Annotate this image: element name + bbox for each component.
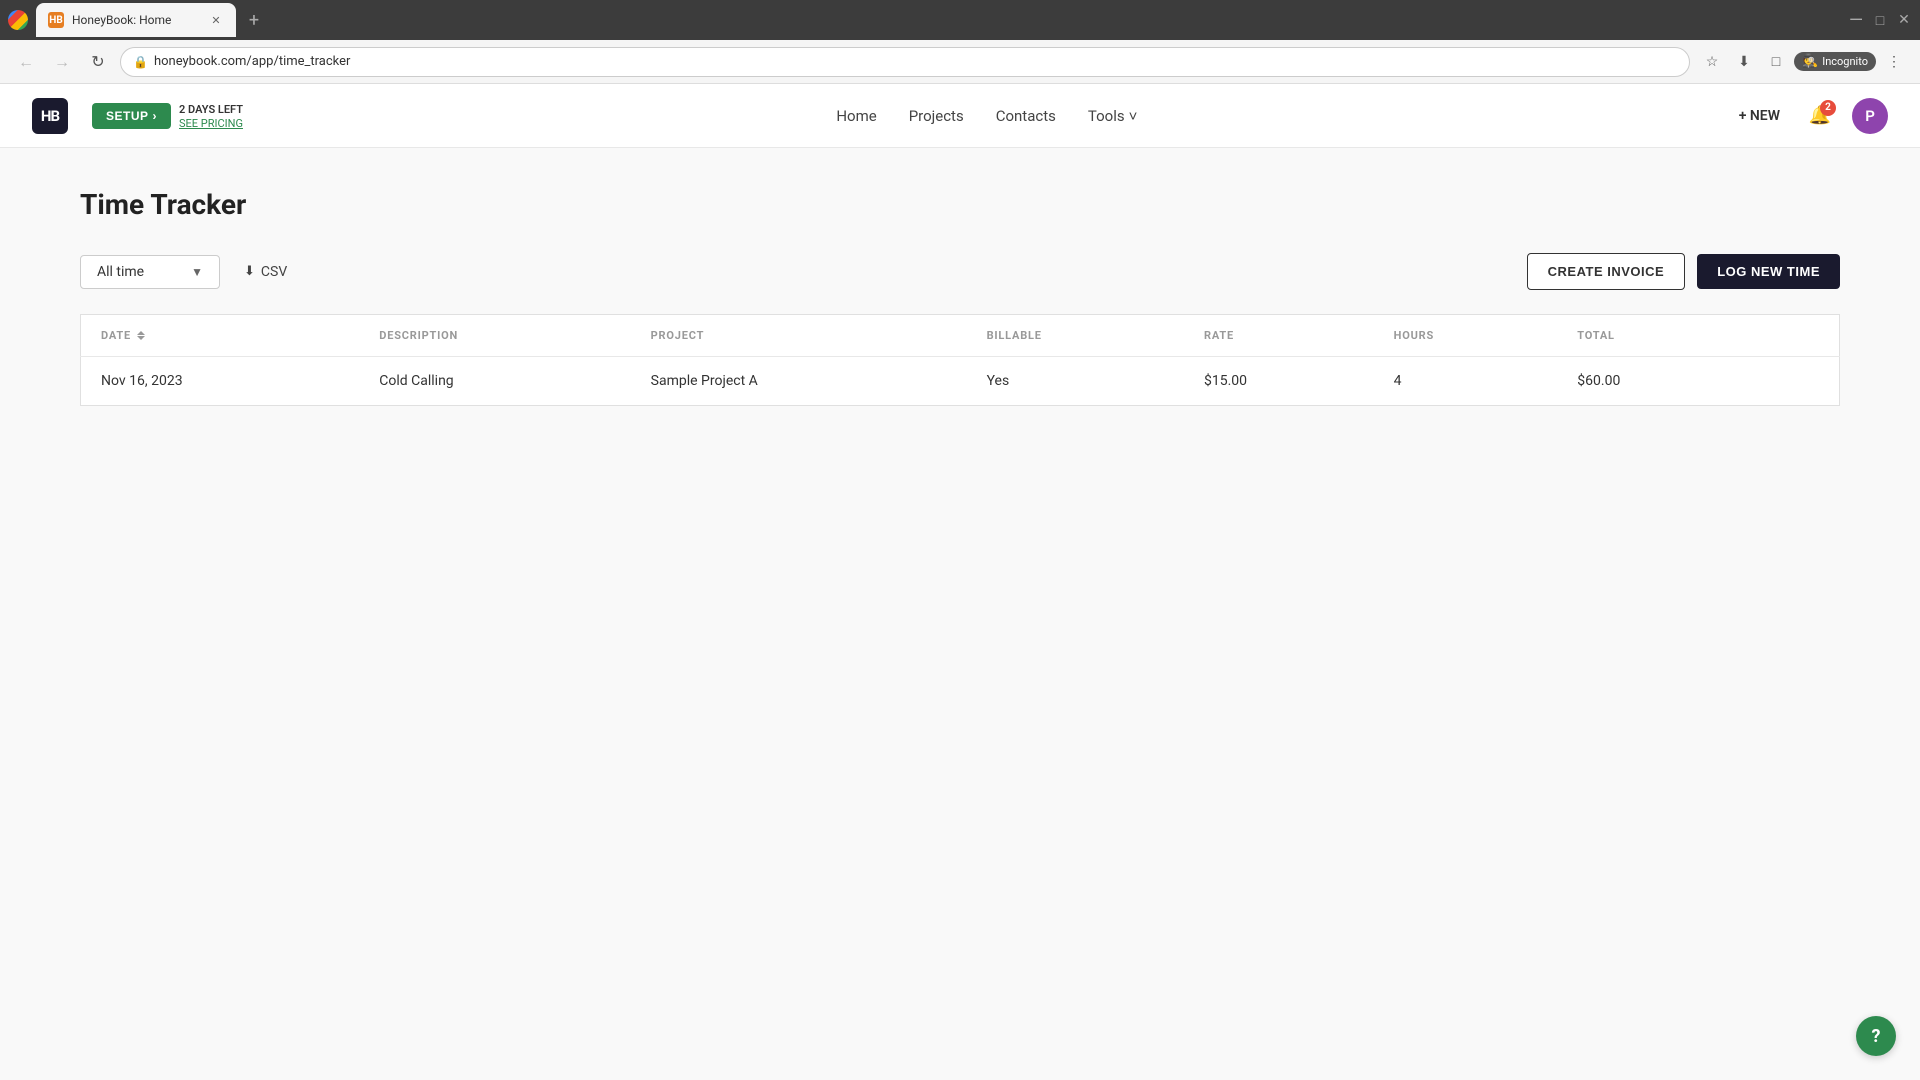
address-bar[interactable]: 🔒 honeybook.com/app/time_tracker xyxy=(120,47,1690,77)
nav-home[interactable]: Home xyxy=(836,103,876,129)
forward-button[interactable]: → xyxy=(48,48,76,76)
nav-projects[interactable]: Projects xyxy=(909,103,964,129)
time-tracker-table: DATE DESCRIPTION PROJECT BILLABLE RATE H… xyxy=(80,314,1840,406)
col-project: PROJECT xyxy=(631,315,967,357)
date-sort-icon xyxy=(137,331,145,340)
col-actions xyxy=(1747,315,1840,357)
col-total: TOTAL xyxy=(1557,315,1747,357)
notification-badge: 2 xyxy=(1820,100,1836,116)
incognito-badge: 🕵 Incognito xyxy=(1794,52,1876,71)
cell-date: Nov 16, 2023 xyxy=(81,357,360,406)
bookmark-button[interactable]: ☆ xyxy=(1698,48,1726,76)
download-button[interactable]: ⬇ xyxy=(1730,48,1758,76)
new-button[interactable]: + NEW xyxy=(1731,104,1788,128)
logo-icon: HB xyxy=(32,98,68,134)
maximize-button[interactable]: □ xyxy=(1872,12,1888,28)
nav-right: + NEW 🔔 2 P xyxy=(1731,98,1888,134)
controls-right: CREATE INVOICE LOG NEW TIME xyxy=(1527,253,1840,290)
notifications-button[interactable]: 🔔 2 xyxy=(1804,100,1836,132)
col-rate: RATE xyxy=(1184,315,1374,357)
cell-row-actions xyxy=(1747,357,1840,406)
cell-rate: $15.00 xyxy=(1184,357,1374,406)
col-description: DESCRIPTION xyxy=(359,315,630,357)
page-title: Time Tracker xyxy=(80,188,1840,221)
cell-billable: Yes xyxy=(967,357,1184,406)
filter-selected-value: All time xyxy=(97,264,144,280)
google-icon xyxy=(8,10,28,30)
filter-dropdown[interactable]: All time ▼ xyxy=(80,255,220,289)
url-text: honeybook.com/app/time_tracker xyxy=(154,54,1677,69)
log-new-time-button[interactable]: LOG NEW TIME xyxy=(1697,254,1840,289)
nav-contacts[interactable]: Contacts xyxy=(996,103,1056,129)
setup-days-info: 2 DAYS LEFT SEE PRICING xyxy=(179,101,243,130)
extension-button[interactable]: □ xyxy=(1762,48,1790,76)
minimize-button[interactable]: — xyxy=(1848,12,1864,28)
help-button[interactable]: ? xyxy=(1856,1016,1896,1056)
csv-export-button[interactable]: ⬇ CSV xyxy=(236,258,295,286)
browser-nav-bar: ← → ↻ 🔒 honeybook.com/app/time_tracker ☆… xyxy=(0,40,1920,84)
controls-left: All time ▼ ⬇ CSV xyxy=(80,255,295,289)
create-invoice-button[interactable]: CREATE INVOICE xyxy=(1527,253,1686,290)
filter-dropdown-arrow: ▼ xyxy=(191,265,203,279)
controls-bar: All time ▼ ⬇ CSV CREATE INVOICE LOG NEW … xyxy=(80,253,1840,290)
main-nav: Home Projects Contacts Tools ˅ xyxy=(243,103,1731,129)
back-button[interactable]: ← xyxy=(12,48,40,76)
csv-download-icon: ⬇ xyxy=(244,264,255,279)
col-date[interactable]: DATE xyxy=(81,315,360,357)
menu-button[interactable]: ⋮ xyxy=(1880,48,1908,76)
browser-chrome: HB HoneyBook: Home ✕ + — □ ✕ ← → ↻ 🔒 hon… xyxy=(0,0,1920,84)
table-row: Nov 16, 2023 Cold Calling Sample Project… xyxy=(81,357,1840,406)
lock-icon: 🔒 xyxy=(133,55,148,69)
refresh-button[interactable]: ↻ xyxy=(84,48,112,76)
cell-description: Cold Calling xyxy=(359,357,630,406)
main-content: Time Tracker All time ▼ ⬇ CSV CREATE INV… xyxy=(0,148,1920,1080)
tools-dropdown-arrow: ˅ xyxy=(1129,107,1138,125)
app-wrapper: HB SETUP › 2 DAYS LEFT SEE PRICING Home … xyxy=(0,84,1920,1080)
tab-title: HoneyBook: Home xyxy=(72,13,200,27)
tab-favicon: HB xyxy=(48,12,64,28)
avatar-button[interactable]: P xyxy=(1852,98,1888,134)
days-left-text: 2 DAYS LEFT xyxy=(179,103,243,116)
see-pricing-link[interactable]: SEE PRICING xyxy=(179,117,243,130)
nav-icons-right: ☆ ⬇ □ 🕵 Incognito ⋮ xyxy=(1698,48,1908,76)
table-header-row: DATE DESCRIPTION PROJECT BILLABLE RATE H… xyxy=(81,315,1840,357)
app-navbar: HB SETUP › 2 DAYS LEFT SEE PRICING Home … xyxy=(0,84,1920,148)
nav-tools[interactable]: Tools ˅ xyxy=(1088,103,1138,129)
close-window-button[interactable]: ✕ xyxy=(1896,12,1912,28)
cell-hours: 4 xyxy=(1374,357,1558,406)
app-logo: HB xyxy=(32,98,68,134)
col-billable: BILLABLE xyxy=(967,315,1184,357)
new-tab-button[interactable]: + xyxy=(240,6,268,34)
tab-close-button[interactable]: ✕ xyxy=(208,12,224,28)
browser-active-tab[interactable]: HB HoneyBook: Home ✕ xyxy=(36,3,236,37)
setup-button[interactable]: SETUP › xyxy=(92,103,171,129)
browser-tab-bar: HB HoneyBook: Home ✕ + — □ ✕ xyxy=(0,0,1920,40)
col-hours: HOURS xyxy=(1374,315,1558,357)
cell-total: $60.00 xyxy=(1557,357,1747,406)
cell-project: Sample Project A xyxy=(631,357,967,406)
